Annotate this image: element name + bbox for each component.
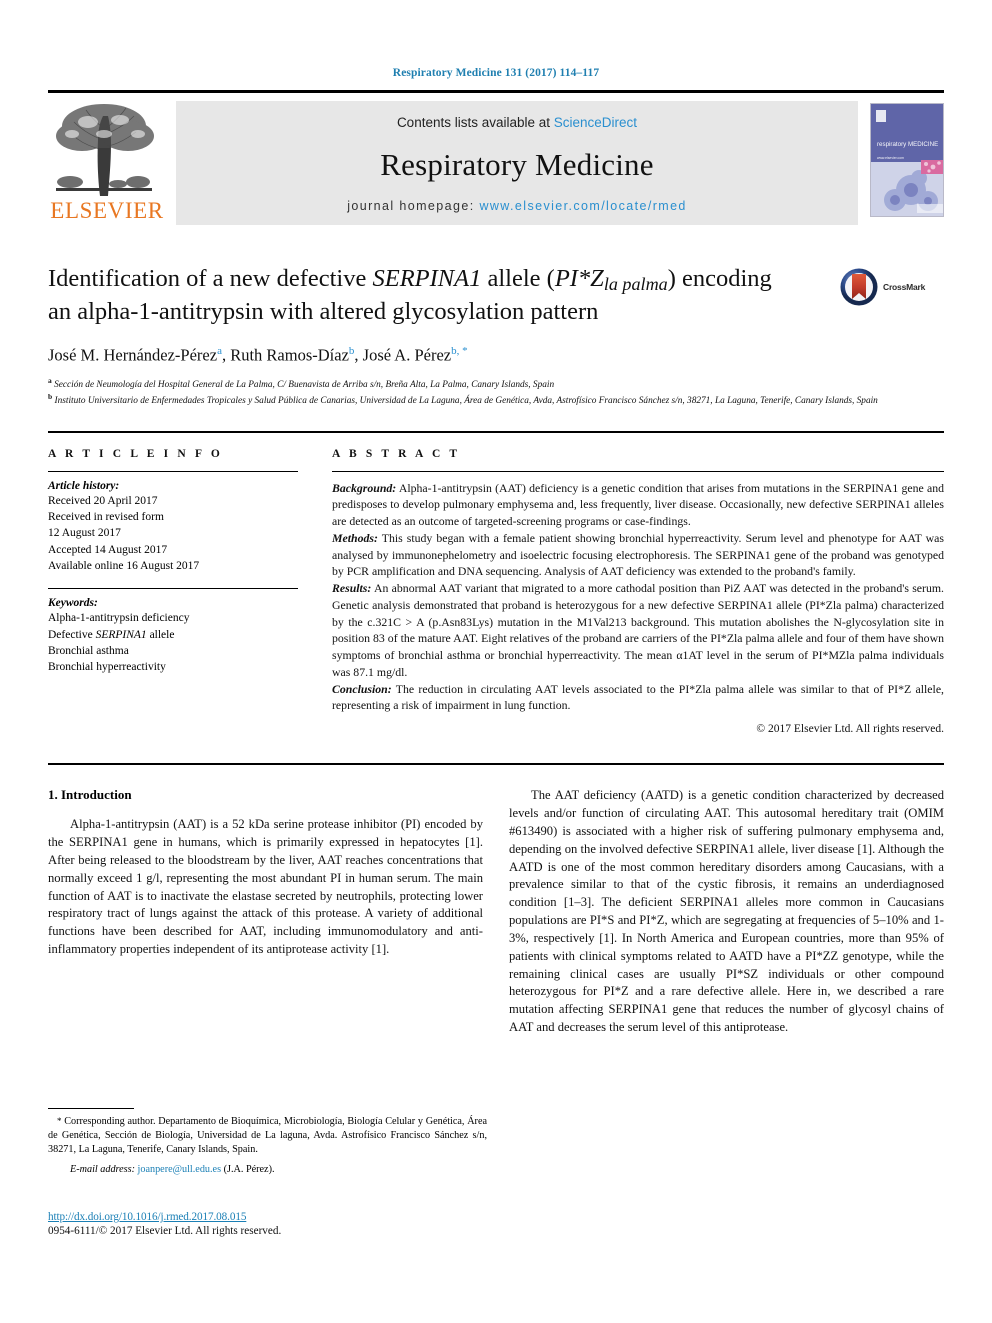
abstract-body: Background: Alpha-1-antitrypsin (AAT) de… <box>332 480 944 738</box>
journal-homepage-link[interactable]: www.elsevier.com/locate/rmed <box>479 199 686 213</box>
section-heading-introduction: 1. Introduction <box>48 787 132 803</box>
intro-paragraph-left: Alpha-1-antitrypsin (AAT) is a 52 kDa se… <box>48 817 483 957</box>
email-link[interactable]: joanpere@ull.edu.es <box>138 1164 222 1175</box>
title-part-1: Identification of a new defective <box>48 265 373 292</box>
history-item: Available online 16 August 2017 <box>48 559 200 572</box>
abstract-background-text: Alpha-1-antitrypsin (AAT) deficiency is … <box>332 480 944 529</box>
keyword-item: Alpha-1-antitrypsin deficiency <box>48 612 190 625</box>
author-list: José M. Hernández-Péreza, Ruth Ramos-Día… <box>48 344 468 365</box>
article-info-rule <box>48 470 298 472</box>
keywords-label: Keywords: <box>48 597 98 610</box>
affiliation-b: b Instituto Universitario de Enfermedade… <box>48 392 944 408</box>
article-info-heading: A R T I C L E I N F O <box>48 447 223 460</box>
author-3: José A. Pérez <box>362 345 452 365</box>
article-page: Respiratory Medicine 131 (2017) 114–117 <box>0 0 992 1323</box>
doi-link[interactable]: http://dx.doi.org/10.1016/j.rmed.2017.08… <box>48 1211 488 1223</box>
footnote-text: * Corresponding author. Departamento de … <box>48 1115 487 1157</box>
keywords-rule <box>48 588 298 590</box>
abstract-results: Results: An abnormal AAT variant that mi… <box>332 580 944 681</box>
title-block: Identification of a new defective SERPIN… <box>48 263 944 409</box>
author-1-affiliation-mark[interactable]: a <box>217 345 222 357</box>
journal-masthead: ELSEVIER Contents lists available at Sci… <box>48 90 944 227</box>
author-1: José M. Hernández-Pérez <box>48 345 218 365</box>
page-title: Identification of a new defective SERPIN… <box>48 263 818 328</box>
abstract-rule <box>332 470 944 472</box>
abstract-conclusion-label: Conclusion: <box>332 681 392 696</box>
title-gene-name: SERPINA1 <box>372 265 482 292</box>
history-item: 12 August 2017 <box>48 527 121 540</box>
svg-text:respiratory MEDICINE: respiratory MEDICINE <box>877 141 938 148</box>
affiliation-b-mark: b <box>48 392 53 402</box>
svg-text:www.elsevier.com: www.elsevier.com <box>877 156 904 160</box>
title-allele: PI*Z <box>554 265 604 292</box>
running-head: Respiratory Medicine 131 (2017) 114–117 <box>392 67 600 79</box>
body-separator-rule <box>48 763 944 766</box>
title-part-3: ) encoding <box>667 265 772 292</box>
email-suffix: (J.A. Pérez). <box>221 1163 275 1175</box>
footnote-rule <box>48 1108 134 1109</box>
abstract-background: Background: Alpha-1-antitrypsin (AAT) de… <box>332 480 944 530</box>
info-abstract-region: A R T I C L E I N F O Article history: R… <box>48 430 944 738</box>
article-info-column: A R T I C L E I N F O Article history: R… <box>48 448 298 738</box>
elsevier-tree-icon <box>56 104 154 196</box>
abstract-copyright: © 2017 Elsevier Ltd. All rights reserved… <box>756 723 944 736</box>
keyword-item: Bronchial asthma <box>48 644 129 657</box>
abstract-methods-text: This study began with a female patient s… <box>332 530 944 579</box>
journal-homepage-line: journal homepage: www.elsevier.com/locat… <box>347 199 687 213</box>
crossmark-label: CrossMark <box>883 282 926 292</box>
author-2-affiliation-mark[interactable]: b <box>349 345 355 357</box>
journal-cover-thumbnail[interactable]: respiratory MEDICINE www.elsevier.com <box>870 103 944 217</box>
title-part-2: allele ( <box>481 265 555 292</box>
keywords-block: Keywords: Alpha-1-antitrypsin deficiency… <box>48 588 298 675</box>
abstract-conclusion: Conclusion: The reduction in circulating… <box>332 681 944 715</box>
keyword-item: Defective SERPINA1 allele <box>48 628 175 641</box>
abstract-results-text: An abnormal AAT variant that migrated to… <box>332 581 944 679</box>
abstract-conclusion-text: The reduction in circulating AAT levels … <box>332 681 944 713</box>
contents-lists-line: Contents lists available at ScienceDirec… <box>397 115 637 130</box>
affiliation-b-text: Instituto Universitario de Enfermedades … <box>54 396 878 407</box>
affiliation-a-text: Sección de Neumología del Hospital Gener… <box>54 380 555 391</box>
journal-title: Respiratory Medicine <box>380 146 654 182</box>
crossmark-icon <box>840 268 878 306</box>
affiliations: a Sección de Neumología del Hospital Gen… <box>48 376 944 409</box>
article-history-list: Received 20 April 2017 Received in revis… <box>48 493 298 575</box>
journal-banner: Contents lists available at ScienceDirec… <box>176 101 858 225</box>
abstract-background-label: Background: <box>332 480 397 495</box>
keyword-item: Bronchial hyperreactivity <box>48 661 166 674</box>
cover-art: respiratory MEDICINE www.elsevier.com <box>871 104 943 216</box>
issn-copyright-line: 0954-6111/© 2017 Elsevier Ltd. All right… <box>48 1225 282 1237</box>
abstract-column: A B S T R A C T Background: Alpha-1-anti… <box>332 448 944 738</box>
elsevier-logo: ELSEVIER <box>48 97 166 227</box>
affiliation-a-mark: a <box>48 376 52 386</box>
doi-footer: http://dx.doi.org/10.1016/j.rmed.2017.08… <box>48 1211 488 1237</box>
abstract-results-label: Results: <box>332 581 372 596</box>
sciencedirect-link[interactable]: ScienceDirect <box>554 115 637 130</box>
author-3-affiliation-mark[interactable]: b, * <box>451 345 468 357</box>
corresponding-author-footnote: * Corresponding author. Departamento de … <box>48 1108 487 1175</box>
body-column-left: 1. Introduction Alpha-1-antitrypsin (AAT… <box>48 787 483 1036</box>
article-history-label: Article history: <box>48 479 120 492</box>
elsevier-wordmark: ELSEVIER <box>50 198 164 223</box>
keywords-list: Alpha-1-antitrypsin deficiency Defective… <box>48 610 298 675</box>
abstract-heading: A B S T R A C T <box>332 447 461 460</box>
body-column-right: The AAT deficiency (AATD) is a genetic c… <box>509 787 944 1036</box>
body-columns: 1. Introduction Alpha-1-antitrypsin (AAT… <box>48 787 944 1036</box>
affiliation-a: a Sección de Neumología del Hospital Gen… <box>48 376 944 392</box>
history-item: Received 20 April 2017 <box>48 494 158 507</box>
history-item: Received in revised form <box>48 510 164 523</box>
intro-paragraph-right: The AAT deficiency (AATD) is a genetic c… <box>509 788 944 1034</box>
abstract-methods-label: Methods: <box>332 530 378 545</box>
homepage-prefix: journal homepage: <box>347 199 480 213</box>
contents-prefix: Contents lists available at <box>396 115 554 130</box>
abstract-methods: Methods: This study began with a female … <box>332 530 944 580</box>
history-item: Accepted 14 August 2017 <box>48 543 168 556</box>
crossmark-badge[interactable]: CrossMark <box>839 265 944 309</box>
title-line-2: an alpha-1-antitrypsin with altered glyc… <box>48 298 599 326</box>
email-line: E-mail address: joanpere@ull.edu.es (J.A… <box>48 1164 487 1175</box>
footnote-body: Corresponding author. Departamento de Bi… <box>48 1116 487 1155</box>
author-2: Ruth Ramos-Díaz <box>230 345 349 365</box>
email-label: E-mail address: <box>70 1163 135 1175</box>
title-allele-subscript: la palma <box>603 273 668 294</box>
